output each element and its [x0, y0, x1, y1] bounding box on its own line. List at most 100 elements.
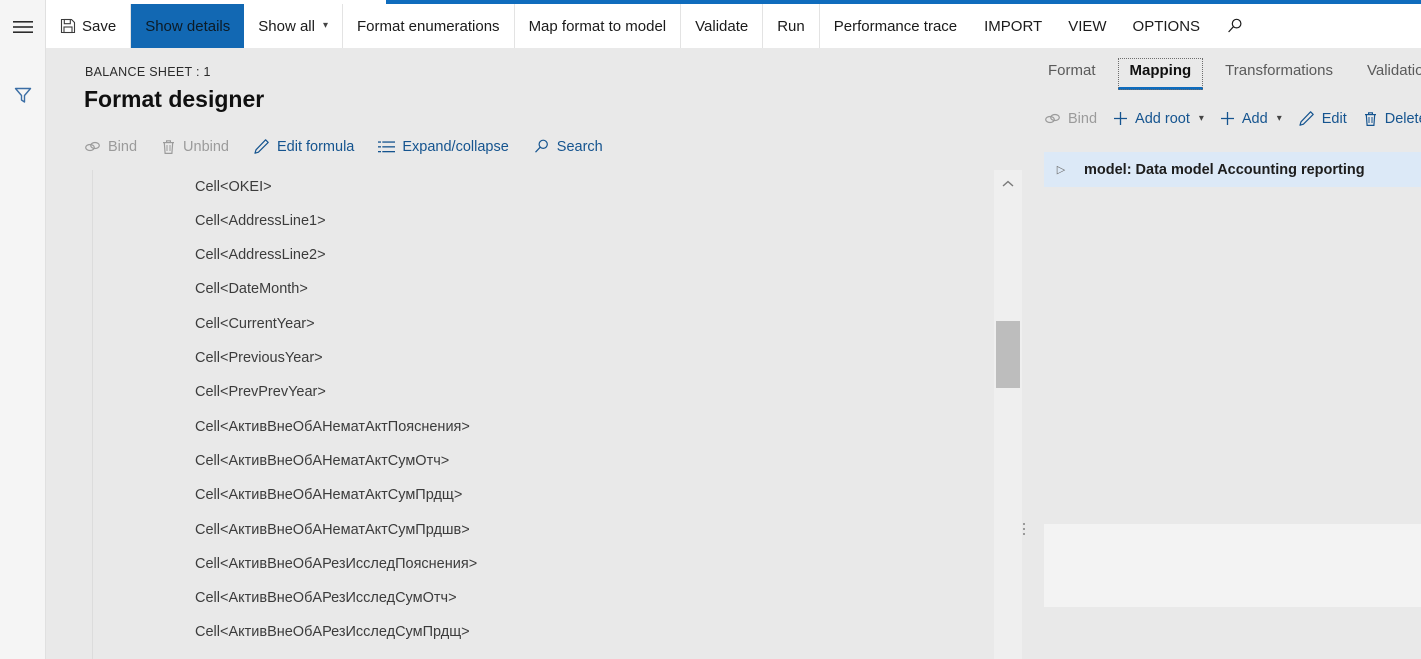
bind-label: Bind	[108, 138, 138, 155]
search-magnifier-icon	[533, 138, 550, 155]
map-format-to-model-label: Map format to model	[528, 17, 667, 35]
tree-row[interactable]: Cell<AddressLine1>	[93, 204, 994, 238]
format-designer-window: Save Show details Show all ▾ Format enum…	[0, 0, 1421, 659]
edit-button[interactable]: Edit	[1298, 106, 1354, 131]
mapping-tree-root-row[interactable]: ▷ model: Data model Accounting reporting	[1044, 152, 1421, 187]
save-button[interactable]: Save	[46, 4, 132, 48]
format-enumerations-label: Format enumerations	[357, 17, 500, 35]
format-tree[interactable]: Cell<OKEI> Cell<AddressLine1> Cell<Addre…	[92, 170, 994, 659]
tree-row[interactable]: Cell<CurrentYear>	[93, 307, 994, 341]
format-tree-scrollbar[interactable]	[994, 170, 1022, 659]
mapping-details-panel	[1044, 524, 1421, 607]
options-menu[interactable]: OPTIONS	[1120, 4, 1214, 48]
search-magnifier-icon	[1226, 17, 1244, 35]
tree-row[interactable]: Cell<АктивВнеОбАНематАктСумПрдщ>	[93, 478, 994, 512]
link-chain-icon	[84, 140, 101, 154]
show-details-label: Show details	[145, 17, 231, 35]
filter-funnel-icon[interactable]	[0, 72, 46, 118]
expand-collapse-button[interactable]: Expand/collapse	[378, 135, 521, 159]
show-all-label: Show all	[258, 17, 315, 35]
mapping-bind-label: Bind	[1068, 110, 1098, 127]
tree-row[interactable]: Cell<АктивВнеОбАНематАктСумОтч>	[93, 444, 994, 478]
unbind-label: Unbind	[183, 138, 229, 155]
page-title: Format designer	[84, 86, 265, 112]
tree-row[interactable]: Cell<PreviousYear>	[93, 341, 994, 375]
add-root-label: Add root	[1135, 110, 1190, 127]
format-enumerations-button[interactable]: Format enumerations	[343, 4, 515, 48]
mapping-bind-button[interactable]: Bind	[1044, 107, 1104, 131]
show-all-button[interactable]: Show all ▾	[244, 4, 343, 48]
global-search-button[interactable]	[1213, 4, 1257, 48]
pencil-icon	[1298, 110, 1315, 127]
tab-format-label: Format	[1048, 62, 1096, 79]
search-label: Search	[556, 138, 603, 155]
mapping-action-strip: Bind Add root ▾ Add ▾ Edit Delet	[1044, 106, 1421, 131]
options-label: OPTIONS	[1132, 17, 1201, 35]
format-tree-action-strip: Bind Unbind Edit formula Expand/collapse…	[84, 134, 627, 159]
edit-formula-button[interactable]: Edit formula	[253, 134, 367, 159]
tree-row[interactable]: Cell<АктивВнеОбАРезИсследПояснения>	[93, 547, 994, 581]
bind-button[interactable]: Bind	[84, 135, 150, 159]
tree-row[interactable]: Cell<OKEI>	[93, 170, 994, 204]
tab-mapping-label: Mapping	[1129, 62, 1192, 79]
show-details-button[interactable]: Show details	[131, 4, 245, 48]
save-label: Save	[82, 17, 117, 35]
trash-icon	[1363, 111, 1378, 127]
mapping-pane-tabs: Format Mapping Transformations Validatio…	[1036, 58, 1421, 90]
tab-transformations-label: Transformations	[1225, 62, 1333, 79]
chevron-down-icon: ▾	[1276, 112, 1282, 124]
command-bar: Save Show details Show all ▾ Format enum…	[46, 4, 1421, 48]
performance-trace-label: Performance trace	[833, 17, 958, 35]
tree-row[interactable]: Cell<АктивВнеОбАНематАктСумПрдшв>	[93, 513, 994, 547]
unbind-button[interactable]: Unbind	[161, 135, 242, 159]
add-root-button[interactable]: Add root ▾	[1113, 107, 1211, 131]
link-chain-icon	[1044, 112, 1061, 126]
tab-format[interactable]: Format	[1036, 58, 1108, 90]
hamburger-icon[interactable]	[0, 4, 46, 50]
left-navigation-rail	[0, 0, 46, 659]
add-button[interactable]: Add ▾	[1220, 107, 1289, 131]
chevron-right-icon[interactable]: ▷	[1044, 163, 1078, 176]
scrollbar-thumb[interactable]	[996, 321, 1020, 388]
map-format-to-model-button[interactable]: Map format to model	[515, 4, 682, 48]
tab-validations[interactable]: Validations	[1355, 58, 1421, 90]
mapping-pane: Format Mapping Transformations Validatio…	[1022, 48, 1421, 659]
search-button[interactable]: Search	[533, 134, 616, 159]
content-surface: BALANCE SHEET : 1 Format designer Bind U…	[46, 48, 1421, 659]
import-menu[interactable]: IMPORT	[971, 4, 1055, 48]
validate-label: Validate	[695, 17, 749, 35]
save-disk-icon	[60, 18, 76, 34]
list-lines-icon	[378, 140, 396, 154]
tree-row[interactable]: Cell<DateMonth>	[93, 272, 994, 306]
import-label: IMPORT	[984, 17, 1043, 35]
chevron-down-icon: ▾	[1198, 112, 1204, 124]
chevron-down-icon: ▾	[322, 20, 328, 31]
add-label: Add	[1241, 110, 1268, 127]
trash-icon	[161, 139, 176, 155]
edit-formula-label: Edit formula	[276, 138, 355, 155]
tab-transformations[interactable]: Transformations	[1213, 58, 1345, 90]
tab-validations-label: Validations	[1366, 62, 1421, 79]
performance-trace-button[interactable]: Performance trace	[820, 4, 971, 48]
view-label: VIEW	[1068, 17, 1107, 35]
scrollbar-track[interactable]	[994, 198, 1022, 659]
delete-label: Delete	[1384, 110, 1421, 127]
tab-mapping[interactable]: Mapping	[1117, 58, 1204, 90]
mapping-tree[interactable]: ▷ model: Data model Accounting reporting	[1044, 152, 1421, 187]
plus-icon	[1113, 111, 1128, 126]
tree-row[interactable]: Cell<АктивВнеОбАНематАктПояснения>	[93, 410, 994, 444]
expand-collapse-label: Expand/collapse	[402, 138, 509, 155]
tree-row[interactable]: Cell<AddressLine2>	[93, 238, 994, 272]
breadcrumb: BALANCE SHEET : 1	[85, 65, 211, 79]
run-button[interactable]: Run	[763, 4, 820, 48]
validate-button[interactable]: Validate	[681, 4, 764, 48]
plus-icon	[1220, 111, 1235, 126]
tree-row[interactable]: Cell<АктивВнеОбАРезИсследСумОтч>	[93, 581, 994, 615]
tree-row[interactable]: Cell<АктивВнеОбАРезИсследСумПрдщ>	[93, 615, 994, 649]
run-label: Run	[777, 17, 805, 35]
edit-label: Edit	[1321, 110, 1347, 127]
view-menu[interactable]: VIEW	[1055, 4, 1119, 48]
tree-row[interactable]: Cell<PrevPrevYear>	[93, 375, 994, 409]
delete-button[interactable]: Delete	[1363, 107, 1421, 131]
chevron-up-icon[interactable]	[994, 170, 1022, 198]
